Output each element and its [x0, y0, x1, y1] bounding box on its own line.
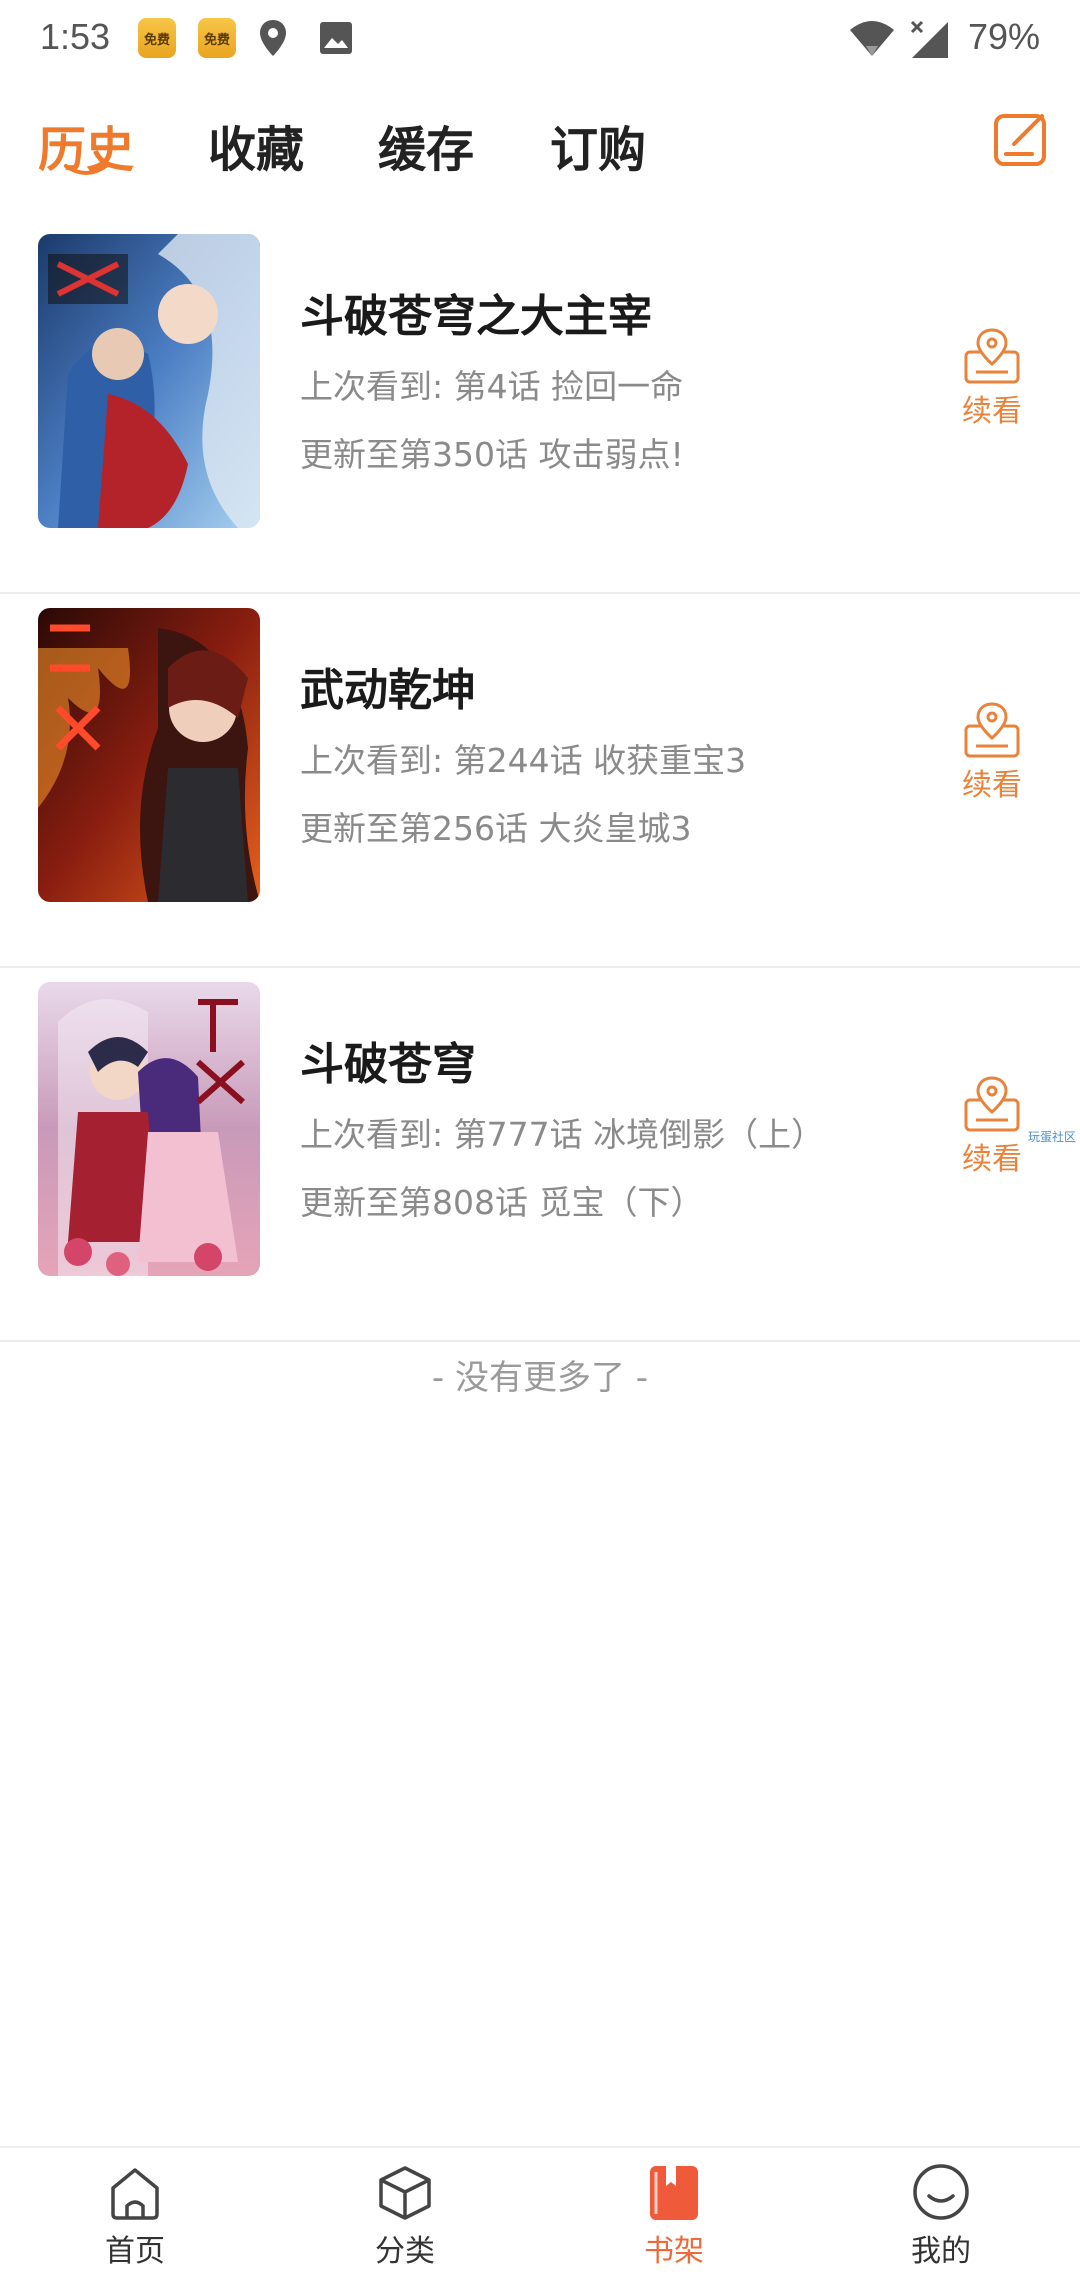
continue-label: 续看: [962, 768, 1022, 803]
wifi-icon: [848, 18, 896, 62]
last-read-text: 上次看到: 第4话 捡回一命: [300, 367, 684, 406]
tab-favorites[interactable]: 收藏: [208, 110, 304, 180]
nav-label: 我的: [911, 2234, 971, 2269]
update-text: 更新至第808话 觅宝（下）: [300, 1183, 704, 1222]
comic-title: 武动乾坤: [300, 665, 476, 716]
battery-percentage: 79%: [967, 16, 1040, 57]
nav-label: 书架: [644, 2234, 704, 2269]
comic-title: 斗破苍穹之大主宰: [300, 291, 652, 342]
update-text: 更新至第256话 大炎皇城3: [300, 809, 692, 848]
home-icon: [111, 2168, 159, 2220]
edit-icon[interactable]: [992, 110, 1050, 168]
image-icon: [318, 20, 354, 60]
nav-profile[interactable]: 我的: [871, 2162, 1011, 2270]
list-item[interactable]: 斗破苍穹 上次看到: 第777话 冰境倒影（上） 更新至第808话 觅宝（下） …: [0, 968, 1080, 1342]
nav-label: 首页: [105, 2234, 165, 2269]
continue-label: 续看: [962, 394, 1022, 429]
last-read-text: 上次看到: 第777话 冰境倒影（上）: [300, 1115, 825, 1154]
list-item[interactable]: 斗破苍穹之大主宰 上次看到: 第4话 捡回一命 更新至第350话 攻击弱点! 续…: [0, 220, 1080, 594]
continue-label: 续看: [962, 1142, 1022, 1177]
comic-cover[interactable]: [38, 982, 260, 1276]
nav-bookshelf[interactable]: 书架: [604, 2162, 744, 2270]
status-bar: 1:53 免费 免费 79%: [0, 0, 1080, 80]
last-read-text: 上次看到: 第244话 收获重宝3: [300, 741, 747, 780]
bookmark-location-icon: [964, 328, 1020, 384]
bottom-navigation: 首页 分类 书架 我的: [0, 2146, 1080, 2282]
tab-subscriptions[interactable]: 订购: [550, 110, 646, 180]
comic-cover[interactable]: [38, 234, 260, 528]
comic-cover[interactable]: [38, 608, 260, 902]
cube-icon: [379, 2166, 431, 2220]
free-badge-icon: 免费: [198, 18, 236, 58]
watermark-text: 玩蛋社区: [1028, 1130, 1077, 1144]
update-text: 更新至第350话 攻击弱点!: [300, 435, 684, 474]
smile-icon: [913, 2164, 969, 2220]
tab-bar: 历史 收藏 缓存 订购: [0, 100, 1080, 200]
end-of-list-text: - 没有更多了 -: [431, 1358, 649, 1398]
nav-category[interactable]: 分类: [335, 2162, 475, 2270]
signal-icon: [908, 18, 952, 66]
tab-cache[interactable]: 缓存: [378, 110, 474, 180]
list-item[interactable]: 武动乾坤 上次看到: 第244话 收获重宝3 更新至第256话 大炎皇城3 续看: [0, 594, 1080, 968]
history-list: 斗破苍穹之大主宰 上次看到: 第4话 捡回一命 更新至第350话 攻击弱点! 续…: [0, 220, 1080, 1342]
location-icon: [258, 18, 288, 62]
continue-reading-button[interactable]: 续看: [950, 700, 1034, 804]
bookmark-location-icon: [964, 702, 1020, 758]
continue-reading-button[interactable]: 续看: [950, 1074, 1034, 1178]
nav-label: 分类: [375, 2234, 435, 2269]
comic-title: 斗破苍穹: [300, 1039, 476, 1090]
active-tab-indicator: [64, 164, 108, 175]
bookmark-location-icon: [964, 1076, 1020, 1132]
free-badge-icon: 免费: [138, 18, 176, 58]
status-time: 1:53: [40, 16, 111, 57]
bookshelf-icon: [650, 2166, 698, 2220]
nav-home[interactable]: 首页: [65, 2162, 205, 2270]
continue-reading-button[interactable]: 续看: [950, 326, 1034, 430]
